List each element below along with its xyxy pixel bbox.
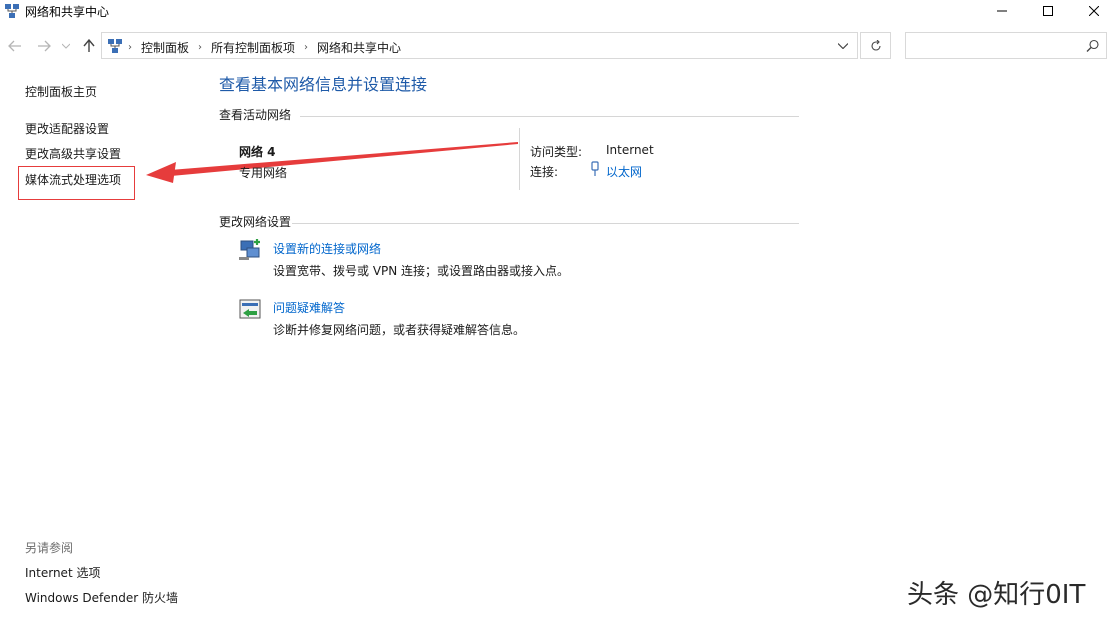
setup-new-connection-desc: 设置宽带、拨号或 VPN 连接；或设置路由器或接入点。 — [273, 264, 570, 278]
section-divider — [292, 223, 799, 224]
chevron-right-icon: › — [128, 42, 132, 53]
maximize-icon — [1043, 6, 1053, 16]
connections-label: 连接: — [530, 165, 559, 179]
section-divider — [300, 116, 799, 117]
address-bar[interactable]: › 控制面板 › 所有控制面板项 › 网络和共享中心 — [101, 32, 858, 59]
troubleshoot-icon — [239, 299, 261, 319]
search-icon — [1086, 39, 1099, 52]
column-divider — [519, 128, 520, 190]
forward-button[interactable] — [35, 36, 53, 56]
up-arrow-icon — [83, 39, 95, 52]
refresh-button[interactable] — [860, 32, 891, 59]
chevron-right-icon[interactable]: › — [304, 42, 308, 53]
chevron-down-icon — [62, 43, 70, 49]
network-icon — [108, 39, 122, 53]
breadcrumb-item[interactable]: 网络和共享中心 — [317, 39, 401, 56]
search-input[interactable] — [905, 32, 1107, 59]
sidebar-item-adapter-settings[interactable]: 更改适配器设置 — [25, 120, 109, 137]
up-button[interactable] — [80, 36, 98, 56]
see-also-title: 另请参阅 — [25, 541, 74, 555]
active-networks-title: 查看活动网络 — [219, 108, 292, 122]
change-settings-title: 更改网络设置 — [219, 215, 292, 229]
annotation-arrow — [146, 142, 518, 183]
forward-arrow-icon — [38, 40, 51, 52]
minimize-button[interactable] — [979, 0, 1025, 22]
ethernet-link[interactable]: 以太网 — [606, 163, 642, 180]
refresh-icon — [870, 39, 881, 51]
access-type-value: Internet — [606, 143, 654, 157]
network-name: 网络 4 — [239, 145, 276, 159]
troubleshoot-desc: 诊断并修复网络问题，或者获得疑难解答信息。 — [273, 323, 526, 337]
ethernet-icon — [591, 161, 599, 176]
see-also-internet-options[interactable]: Internet 选项 — [25, 564, 100, 581]
title-bar: 网络和共享中心 — [0, 0, 1117, 22]
setup-new-connection-link[interactable]: 设置新的连接或网络 — [273, 240, 381, 257]
page-title: 查看基本网络信息并设置连接 — [219, 75, 428, 94]
troubleshoot-link[interactable]: 问题疑难解答 — [273, 299, 345, 316]
chevron-down-icon — [838, 43, 848, 49]
network-setup-icon — [239, 239, 260, 260]
chevron-right-icon[interactable]: › — [198, 42, 202, 53]
see-also-windows-defender-firewall[interactable]: Windows Defender 防火墙 — [25, 589, 178, 606]
back-arrow-icon — [8, 40, 21, 52]
minimize-icon — [997, 10, 1007, 12]
address-dropdown-button[interactable] — [835, 38, 851, 54]
recent-locations-button[interactable] — [60, 36, 72, 56]
window-title: 网络和共享中心 — [25, 5, 110, 19]
watermark: 头条 @知行0IT — [907, 580, 1086, 610]
close-button[interactable] — [1071, 0, 1117, 22]
network-category: 专用网络 — [239, 166, 288, 180]
close-icon — [1089, 6, 1099, 16]
back-button[interactable] — [6, 36, 24, 56]
access-type-label: 访问类型: — [530, 145, 583, 159]
annotation-highlight-box — [18, 166, 135, 200]
sidebar-item-advanced-sharing[interactable]: 更改高级共享设置 — [25, 145, 121, 162]
network-icon — [5, 4, 19, 18]
breadcrumb-item[interactable]: 所有控制面板项 — [211, 39, 295, 56]
maximize-button[interactable] — [1025, 0, 1071, 22]
breadcrumb-item[interactable]: 控制面板 — [141, 39, 189, 56]
breadcrumb: › 控制面板 › 所有控制面板项 › 网络和共享中心 — [128, 39, 401, 56]
sidebar-item-control-panel-home[interactable]: 控制面板主页 — [25, 83, 97, 100]
